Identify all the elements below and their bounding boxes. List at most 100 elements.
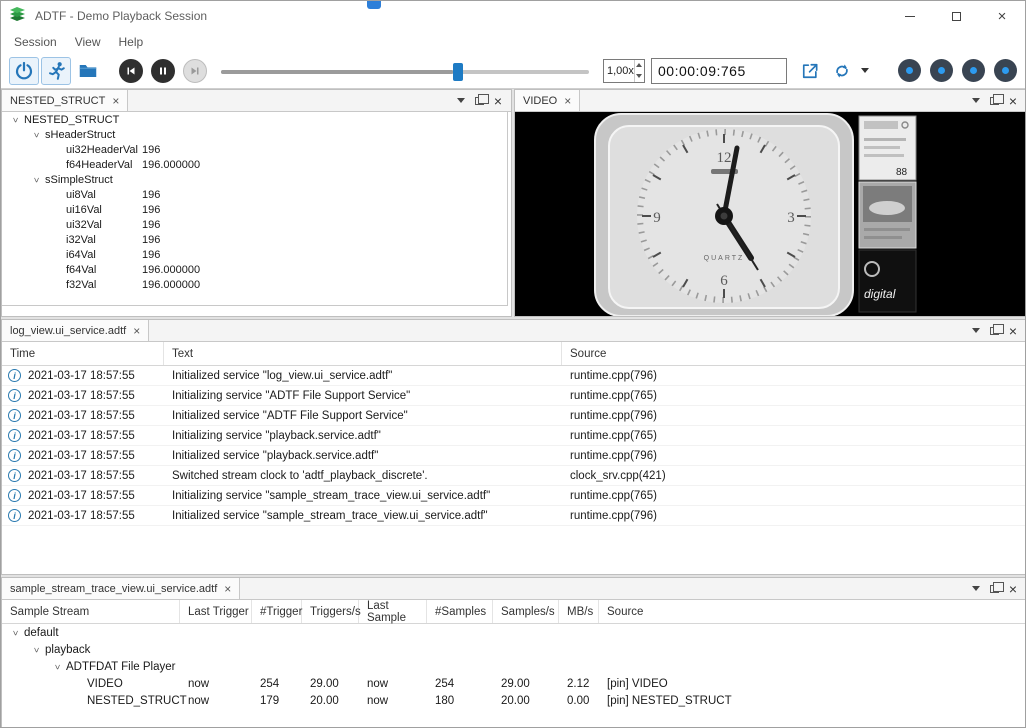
float-panel-icon[interactable] — [990, 97, 999, 105]
marker-nav-button-1[interactable] — [898, 59, 921, 82]
log-table-header: Time Text Source — [2, 342, 1026, 366]
speed-up-button[interactable] — [635, 60, 644, 71]
tab-log-view[interactable]: log_view.ui_service.adtf × — [2, 320, 149, 341]
log-row[interactable]: 2021-03-17 18:57:55 Initialized service … — [2, 366, 1026, 386]
time-display[interactable]: 00:00:09:765 — [651, 58, 787, 84]
float-panel-icon[interactable] — [990, 327, 999, 335]
menu-session[interactable]: Session — [5, 33, 66, 51]
column-header-last-trigger[interactable]: Last Trigger — [180, 600, 252, 623]
close-panel-icon[interactable]: × — [1009, 324, 1017, 338]
tree-row[interactable]: f32Val 196.000000 — [2, 277, 507, 292]
log-row[interactable]: 2021-03-17 18:57:55 Initialized service … — [2, 506, 1026, 526]
tab-close-icon[interactable]: × — [224, 583, 231, 595]
pause-button[interactable] — [151, 59, 175, 83]
stream-source-value: [pin] NESTED_STRUCT — [599, 695, 1026, 707]
tree-row[interactable]: i32Val 196 — [2, 232, 507, 247]
column-header-source[interactable]: Source — [599, 600, 1026, 623]
pause-icon — [157, 65, 169, 77]
tab-close-icon[interactable]: × — [564, 95, 571, 107]
maximize-button[interactable] — [933, 1, 979, 31]
tab-nested-struct[interactable]: NESTED_STRUCT × — [2, 90, 128, 111]
column-header-time[interactable]: Time — [2, 342, 164, 365]
panel-menu-icon[interactable] — [972, 586, 980, 591]
chevron-down-icon[interactable] — [8, 627, 24, 639]
slider-handle[interactable] — [453, 63, 463, 81]
skip-to-start-button[interactable] — [119, 59, 143, 83]
run-button[interactable] — [41, 57, 71, 85]
chevron-down-icon[interactable] — [8, 114, 24, 126]
speed-down-button[interactable] — [635, 71, 644, 82]
chevron-down-icon[interactable] — [50, 661, 66, 673]
marker-nav-button-2[interactable] — [930, 59, 953, 82]
svg-text:9: 9 — [653, 210, 661, 226]
repeat-mode-button[interactable] — [827, 57, 857, 85]
trace-group-row[interactable]: playback — [2, 641, 1026, 658]
chevron-down-icon[interactable] — [29, 129, 45, 141]
open-file-button[interactable] — [73, 57, 103, 85]
log-row[interactable]: 2021-03-17 18:57:55 Initialized service … — [2, 406, 1026, 426]
tree-row[interactable]: ui16Val 196 — [2, 202, 507, 217]
column-header-last-sample[interactable]: Last Sample — [359, 600, 427, 623]
log-time: 2021-03-17 18:57:55 — [28, 510, 135, 522]
column-header-triggers-s[interactable]: Triggers/s — [302, 600, 359, 623]
tab-trace-view[interactable]: sample_stream_trace_view.ui_service.adtf… — [2, 578, 240, 599]
column-header-text[interactable]: Text — [164, 342, 562, 365]
skip-to-end-button[interactable] — [183, 59, 207, 83]
log-text: Initialized service "playback.service.ad… — [164, 450, 562, 462]
tree-row[interactable]: ui8Val 196 — [2, 187, 507, 202]
chevron-down-icon[interactable] — [29, 174, 45, 186]
log-row[interactable]: 2021-03-17 18:57:55 Initializing service… — [2, 386, 1026, 406]
log-row[interactable]: 2021-03-17 18:57:55 Initializing service… — [2, 426, 1026, 446]
tab-close-icon[interactable]: × — [112, 95, 119, 107]
close-panel-icon[interactable]: × — [1009, 94, 1017, 108]
repeat-dropdown-caret-icon[interactable] — [861, 68, 869, 73]
tree-node-label: i32Val — [66, 234, 96, 246]
tree-row[interactable]: sSimpleStruct — [2, 172, 507, 187]
menu-view[interactable]: View — [66, 33, 110, 51]
tree-node-value: 196 — [142, 204, 160, 216]
float-panel-icon[interactable] — [990, 585, 999, 593]
tree-row[interactable]: NESTED_STRUCT — [2, 112, 507, 127]
panel-menu-icon[interactable] — [457, 98, 465, 103]
trace-group-row[interactable]: ADTFDAT File Player — [2, 658, 1026, 675]
marker-nav-button-3[interactable] — [962, 59, 985, 82]
tree-row[interactable]: ui32Val 196 — [2, 217, 507, 232]
tree-row[interactable]: f64HeaderVal 196.000000 — [2, 157, 507, 172]
tree-row[interactable]: f64Val 196.000000 — [2, 262, 507, 277]
folder-icon — [77, 60, 99, 82]
close-button[interactable]: × — [979, 1, 1025, 31]
trace-group-row[interactable]: default — [2, 624, 1026, 641]
column-header-mb-s[interactable]: MB/s — [559, 600, 599, 623]
log-row[interactable]: 2021-03-17 18:57:55 Switched stream cloc… — [2, 466, 1026, 486]
tab-video[interactable]: VIDEO × — [515, 90, 580, 111]
stream-label: NESTED_STRUCT — [87, 695, 187, 707]
timeline-slider[interactable] — [221, 57, 589, 85]
panel-menu-icon[interactable] — [972, 98, 980, 103]
close-panel-icon[interactable]: × — [1009, 582, 1017, 596]
column-header-n-trigger[interactable]: #Trigger — [252, 600, 302, 623]
trace-stream-row[interactable]: NESTED_STRUCT now 179 20.00 now 180 20.0… — [2, 692, 1026, 709]
open-external-button[interactable] — [795, 57, 825, 85]
last-trigger-value: now — [180, 695, 252, 707]
column-header-sample-stream[interactable]: Sample Stream — [2, 600, 180, 623]
tab-close-icon[interactable]: × — [133, 325, 140, 337]
tree-row[interactable]: i64Val 196 — [2, 247, 507, 262]
trace-stream-row[interactable]: VIDEO now 254 29.00 now 254 29.00 2.12 [… — [2, 675, 1026, 692]
column-header-source[interactable]: Source — [562, 342, 1026, 365]
panel-menu-icon[interactable] — [972, 328, 980, 333]
marker-nav-button-4[interactable] — [994, 59, 1017, 82]
float-panel-icon[interactable] — [475, 97, 484, 105]
minimize-button[interactable] — [887, 1, 933, 31]
column-header-samples-s[interactable]: Samples/s — [493, 600, 559, 623]
column-header-n-samples[interactable]: #Samples — [427, 600, 493, 623]
log-row[interactable]: 2021-03-17 18:57:55 Initializing service… — [2, 486, 1026, 506]
tree-row[interactable]: sHeaderStruct — [2, 127, 507, 142]
menu-help[interactable]: Help — [110, 33, 153, 51]
tree-row[interactable]: ui32HeaderVal 196 — [2, 142, 507, 157]
chevron-down-icon[interactable] — [29, 644, 45, 656]
log-text: Switched stream clock to 'adtf_playback_… — [164, 470, 562, 482]
speed-spinbox[interactable]: 1,00x — [603, 59, 645, 83]
power-button[interactable] — [9, 57, 39, 85]
close-panel-icon[interactable]: × — [494, 94, 502, 108]
log-row[interactable]: 2021-03-17 18:57:55 Initialized service … — [2, 446, 1026, 466]
